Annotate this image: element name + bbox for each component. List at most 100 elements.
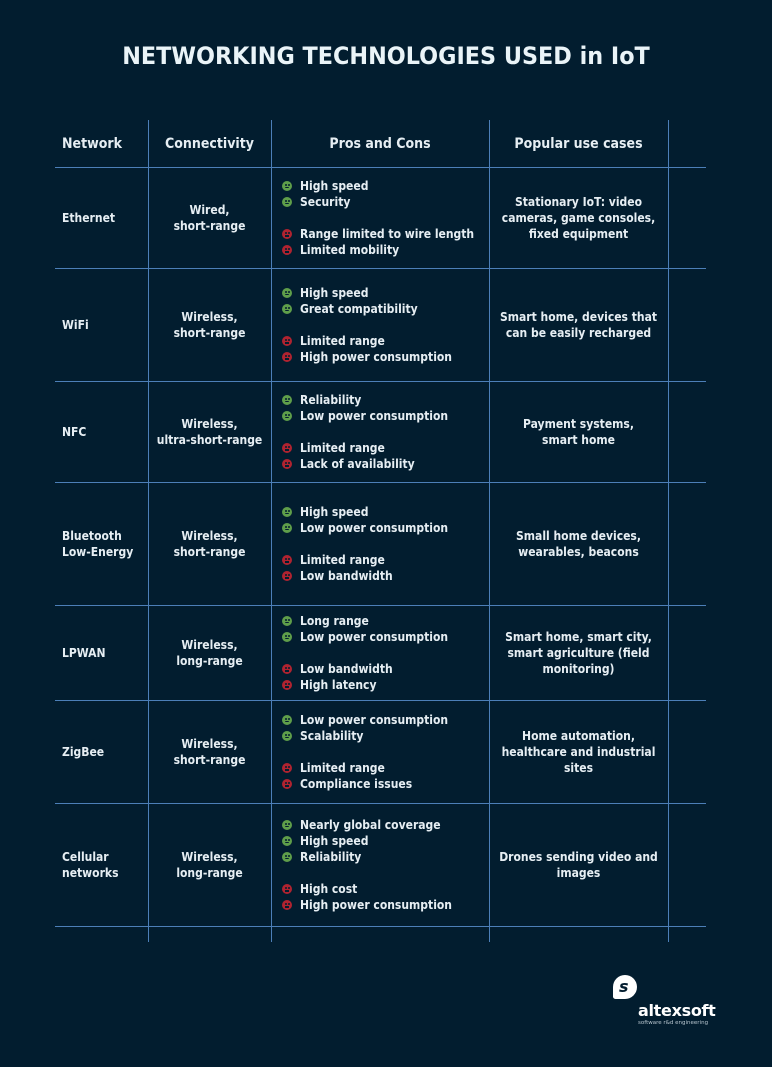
pro-text: Long range	[300, 613, 369, 628]
pro-item: High speed	[282, 285, 368, 301]
logo-mark-icon: s	[613, 975, 637, 999]
pro-text: High speed	[300, 833, 369, 848]
network-name-line: Ethernet	[62, 210, 116, 225]
connectivity-line: Wireless,	[181, 528, 238, 543]
pro-item: Great compatibility	[282, 301, 418, 317]
con-item: Low bandwidth	[282, 661, 393, 677]
smiley-face-icon	[282, 615, 292, 626]
frown-face-icon	[282, 458, 292, 469]
con-text: High power consumption	[300, 897, 452, 912]
cell-use-cases: Smart home, devices that can be easily re…	[489, 268, 668, 381]
use-case-line: Stationary IoT: video	[514, 194, 642, 209]
network-name-line: Cellular	[62, 849, 109, 864]
network-name-line: networks	[62, 865, 119, 880]
pro-text: High speed	[300, 178, 369, 193]
frown-face-icon	[282, 679, 292, 690]
cell-connectivity: Wireless, ultra-short-range	[148, 381, 271, 482]
network-name: LPWAN	[62, 645, 106, 661]
con-text: Compliance issues	[300, 776, 413, 791]
connectivity-line: Wired,	[189, 202, 230, 217]
con-text: High latency	[300, 677, 377, 692]
con-item: Range limited to wire length	[282, 226, 474, 242]
con-item: Limited range	[282, 552, 385, 568]
frown-face-icon	[282, 899, 292, 910]
connectivity: Wireless, short-range	[174, 309, 246, 341]
network-name: ZigBee	[62, 744, 104, 760]
cell-connectivity: Wireless, short-range	[148, 482, 271, 605]
column-divider	[668, 120, 669, 942]
use-case-line: healthcare and industrial	[501, 744, 656, 759]
connectivity-line: Wireless,	[181, 637, 238, 652]
pro-text: Security	[300, 194, 351, 209]
smiley-face-icon	[282, 631, 292, 642]
use-case: Smart home, devices that can be easily re…	[500, 309, 657, 341]
connectivity-line: ultra-short-range	[156, 432, 263, 447]
pro-text: Reliability	[300, 392, 362, 407]
cell-connectivity: Wireless, short-range	[148, 268, 271, 381]
use-case-line: images	[556, 865, 601, 880]
connectivity-line: Wireless,	[181, 736, 238, 751]
connectivity-line: short-range	[173, 752, 246, 767]
connectivity-line: Wireless,	[181, 849, 238, 864]
connectivity: Wireless, long-range	[176, 849, 242, 881]
con-item: Low bandwidth	[282, 568, 393, 584]
cell-connectivity: Wireless, long-range	[148, 605, 271, 700]
con-text: Limited range	[300, 440, 385, 455]
frown-face-icon	[282, 442, 292, 453]
cell-use-cases: Small home devices, wearables, beacons	[489, 482, 668, 605]
connectivity-line: Wireless,	[181, 309, 238, 324]
con-item: Compliance issues	[282, 776, 412, 792]
network-name-line: NFC	[62, 424, 87, 439]
frown-face-icon	[282, 244, 292, 255]
header-pros-cons: Pros and Cons	[329, 135, 431, 152]
network-name-line: WiFi	[62, 317, 89, 332]
use-case-line: smart home	[542, 432, 615, 447]
pro-text: Low power consumption	[300, 408, 449, 423]
connectivity-line: Wireless,	[181, 416, 238, 431]
use-case-line: smart agriculture (field	[507, 645, 650, 660]
pro-item: Scalability	[282, 728, 363, 744]
con-item: Lack of availability	[282, 456, 415, 472]
con-text: Limited range	[300, 333, 385, 348]
connectivity: Wireless, ultra-short-range	[157, 416, 263, 448]
page-title: NETWORKING TECHNOLOGIES USED in IoT	[122, 42, 650, 70]
network-name-line: Low-Energy	[62, 544, 134, 559]
con-item: Limited range	[282, 333, 385, 349]
pro-item: Low power consumption	[282, 520, 448, 536]
connectivity-line: short-range	[173, 218, 246, 233]
cell-network: ZigBee	[62, 700, 148, 803]
smiley-face-icon	[282, 410, 292, 421]
con-text: High cost	[300, 881, 358, 896]
cell-use-cases: Drones sending video and images	[489, 803, 668, 926]
con-text: Lack of availability	[300, 456, 415, 471]
header-network: Network	[62, 135, 122, 152]
use-case-line: Home automation,	[522, 728, 635, 743]
cell-network: LPWAN	[62, 605, 148, 700]
use-case-line: Small home devices,	[516, 528, 641, 543]
frown-face-icon	[282, 351, 292, 362]
use-case: Smart home, smart city, smart agriculture…	[505, 629, 652, 677]
use-case-line: fixed equipment	[528, 226, 629, 241]
con-item: Limited mobility	[282, 242, 399, 258]
connectivity-line: short-range	[173, 544, 246, 559]
connectivity: Wireless, long-range	[176, 637, 242, 669]
network-name: Cellular networks	[62, 849, 119, 881]
cell-network: Bluetooth Low-Energy	[62, 482, 148, 605]
use-case: Home automation, healthcare and industria…	[502, 728, 656, 776]
pro-item: Low power consumption	[282, 408, 448, 424]
network-name: Bluetooth Low-Energy	[62, 528, 133, 560]
pro-text: High speed	[300, 504, 369, 519]
pro-item: Reliability	[282, 849, 361, 865]
logo-tagline: software r&d engineering	[638, 1020, 709, 1026]
cell-connectivity: Wireless, short-range	[148, 700, 271, 803]
cell-use-cases: Payment systems, smart home	[489, 381, 668, 482]
smiley-face-icon	[282, 730, 292, 741]
use-case-line: Smart home, devices that	[499, 309, 658, 324]
network-name: Ethernet	[62, 210, 115, 226]
smiley-face-icon	[282, 714, 292, 725]
pro-text: Scalability	[300, 728, 364, 743]
row-divider	[55, 926, 706, 927]
pro-item: Nearly global coverage	[282, 817, 441, 833]
cell-use-cases: Home automation, healthcare and industria…	[489, 700, 668, 803]
con-item: High power consumption	[282, 349, 452, 365]
